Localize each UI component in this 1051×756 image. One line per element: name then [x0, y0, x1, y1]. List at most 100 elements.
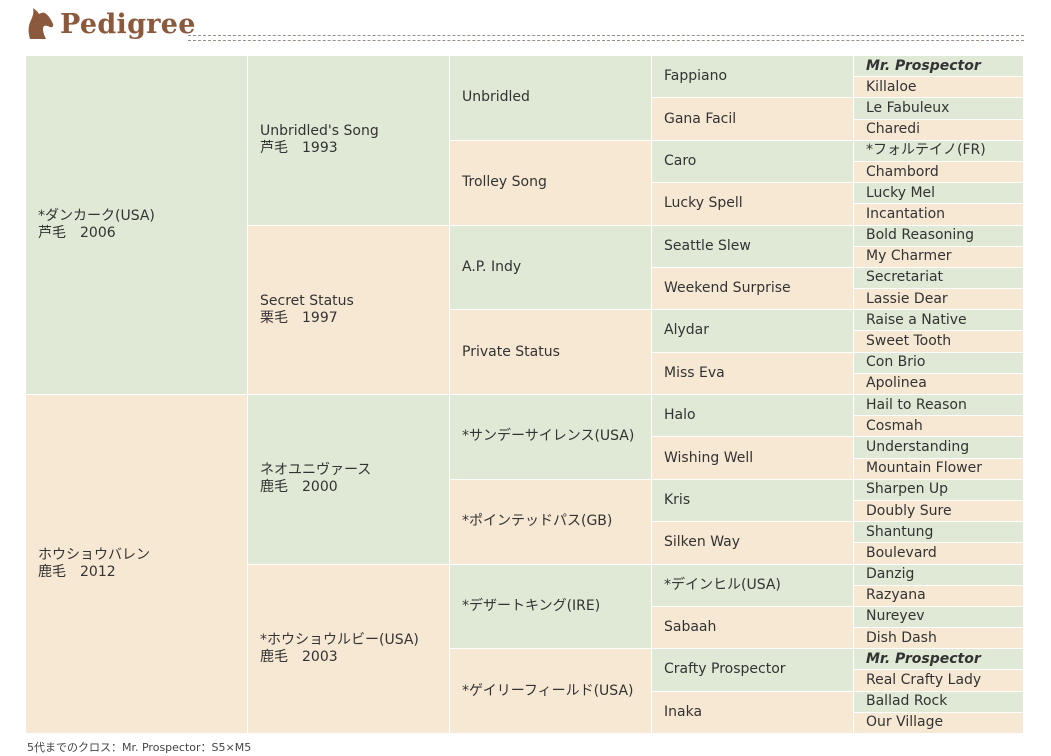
gen5-cell: Dish Dash [853, 627, 1024, 650]
horse-name: Cosmah [866, 417, 923, 434]
gen5-cell: Sharpen Up [853, 478, 1024, 501]
horse-name: Dish Dash [866, 629, 937, 646]
gen4-cell: Halo [651, 393, 854, 438]
gen5-cell: Con Brio [853, 351, 1024, 374]
gen5-cell: *フォルテイノ(FR) [853, 139, 1024, 162]
horse-name: Real Crafty Lady [866, 672, 982, 689]
gen5-cell: Razyana [853, 584, 1024, 607]
gen5-cell: Ballad Rock [853, 690, 1024, 713]
gen3-cell: A.P. Indy [449, 224, 652, 311]
gen3-cell: *デザートキング(IRE) [449, 563, 652, 650]
gen5-cell: Lucky Mel [853, 182, 1024, 205]
horse-name: Boulevard [866, 544, 937, 561]
gen5-cell: Shantung [853, 521, 1024, 544]
horse-name: Silken Way [664, 534, 741, 551]
horse-name: Caro [664, 152, 697, 169]
gen4-cell: Wishing Well [651, 436, 854, 480]
horse-name: My Charmer [866, 248, 952, 265]
horse-name: ホウショウバレン [38, 547, 150, 563]
horse-info: 栗毛 1997 [260, 309, 338, 326]
horse-name: Sabaah [664, 619, 717, 636]
horse-name: *ダンカーク(USA) [38, 208, 155, 224]
horse-name: Bold Reasoning [866, 227, 975, 244]
horse-name: Seattle Slew [664, 237, 751, 254]
gen5-cell: Raise a Native [853, 309, 1024, 332]
gen4-cell: Crafty Prospector [651, 648, 854, 692]
horse-name: Mr. Prospector [866, 650, 981, 667]
horse-name: Hail to Reason [866, 396, 967, 413]
horse-name: Lassie Dear [866, 290, 948, 307]
horse-name: *サンデーサイレンス(USA) [462, 428, 635, 445]
page-title: Pedigree [60, 9, 196, 40]
horse-name: Le Fabuleux [866, 99, 950, 116]
horse-name: Understanding [866, 438, 970, 455]
gen3-cell: *サンデーサイレンス(USA) [449, 394, 652, 480]
horse-name: Weekend Surprise [664, 280, 791, 297]
page-header: Pedigree [24, 6, 1024, 42]
gen3-cell: *ゲイリーフィールド(USA) [449, 648, 652, 734]
horse-name: Killaloe [866, 78, 917, 95]
gen4-cell: *デインヒル(USA) [651, 563, 854, 607]
gen4-cell: Fappiano [651, 54, 854, 99]
horse-name: *デインヒル(USA) [664, 576, 781, 593]
horse-name: Unbridled's Song [260, 123, 379, 140]
horse-info: 鹿毛 2012 [38, 564, 116, 580]
horse-name: Gana Facil [664, 110, 737, 127]
horse-name: Miss Eva [664, 364, 725, 381]
gen5-cell: Danzig [853, 563, 1024, 586]
horse-name: A.P. Indy [462, 258, 522, 275]
gen5-cell: Boulevard [853, 542, 1024, 565]
horse-name: Unbridled [462, 89, 530, 106]
gen4-cell: Sabaah [651, 605, 854, 650]
horse-name: Crafty Prospector [664, 661, 786, 678]
horse-name: Secretariat [866, 269, 944, 286]
gen5-cell: Charedi [853, 118, 1024, 141]
pedigree-table: *ダンカーク(USA) 芦毛 2006 Unbridled's Song 芦毛 199… [25, 54, 1024, 735]
horse-name: Lucky Spell [664, 195, 743, 212]
title-divider [188, 35, 1024, 41]
gen4-cell: Caro [651, 139, 854, 184]
gen5-cell: Incantation [853, 203, 1024, 226]
horse-name: Our Village [866, 714, 944, 731]
horse-name: Alydar [664, 322, 709, 339]
gen5-cell: Bold Reasoning [853, 224, 1024, 247]
gen4-cell: Kris [651, 478, 854, 523]
horse-name: Inaka [664, 703, 703, 720]
horse-name: Razyana [866, 587, 926, 604]
horse-name: Halo [664, 407, 696, 424]
horse-name: Lucky Mel [866, 184, 936, 201]
gen1-cell: ホウショウバレン 鹿毛 2012 [25, 394, 248, 734]
horse-name: Chambord [866, 163, 939, 180]
horse-name: Wishing Well [664, 449, 754, 466]
gen5-cell: Mr. Prospector [853, 648, 1024, 671]
horse-name: *デザートキング(IRE) [462, 597, 601, 614]
horse-name: Ballad Rock [866, 693, 948, 710]
horse-name: Private Status [462, 343, 560, 360]
gen4-cell: Seattle Slew [651, 224, 854, 268]
gen4-cell: Gana Facil [651, 97, 854, 141]
gen3-cell: Unbridled [449, 55, 652, 141]
gen5-cell: Secretariat [853, 266, 1024, 290]
horse-name: Sweet Tooth [866, 333, 952, 350]
horse-name: ネオユニヴァース [260, 462, 372, 479]
gen4-cell: Weekend Surprise [651, 266, 854, 311]
gen4-cell: Lucky Spell [651, 182, 854, 226]
pedigree-row: *ダンカーク(USA) 芦毛 2006 Unbridled's Song 芦毛 199… [25, 54, 1024, 395]
gen5-cell: Real Crafty Lady [853, 669, 1024, 692]
gen3-cell: *ポインテッドパス(GB) [449, 478, 652, 565]
gen5-cell: Le Fabuleux [853, 97, 1024, 120]
gen5-cell: Lassie Dear [853, 288, 1024, 311]
gen5-cell: Apolinea [853, 372, 1024, 396]
gen2-cell: Secret Status 栗毛 1997 [247, 224, 450, 395]
gen5-cell: Nureyev [853, 605, 1024, 629]
gen5-cell: Hail to Reason [853, 393, 1024, 417]
pedigree-row: ホウショウバレン 鹿毛 2012 ネオユニヴァース 鹿毛 2000 *サンデーサイレンス… [25, 393, 1024, 734]
horse-name: Incantation [866, 205, 946, 222]
gen5-cell: Chambord [853, 160, 1024, 184]
horse-name: Con Brio [866, 354, 926, 371]
horse-head-icon [28, 8, 54, 39]
horse-info: 芦毛 2006 [38, 225, 116, 241]
horse-name: Kris [664, 491, 691, 508]
horse-name: Trolley Song [462, 174, 547, 191]
horse-name: *ホウショウルビー(USA) [260, 631, 419, 648]
